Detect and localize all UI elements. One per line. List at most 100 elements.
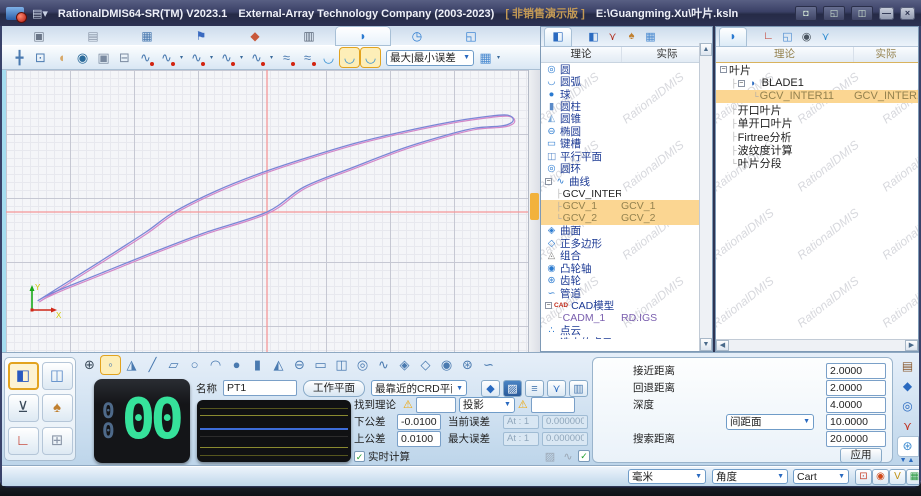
scroll-right-icon[interactable]: ▶ <box>905 340 918 351</box>
polygon-feature-icon[interactable]: ◇ <box>416 356 435 374</box>
column-theory[interactable]: 理论 <box>541 47 622 62</box>
users-button[interactable]: ◫ <box>851 5 873 21</box>
caliper-button[interactable]: ◫ <box>41 362 73 390</box>
point-feature-icon[interactable]: ◦ <box>101 356 120 374</box>
tab-graphics[interactable]: ◆ <box>228 27 282 45</box>
feature-panel-tab[interactable]: ◧ <box>545 27 571 46</box>
chevron-down-icon[interactable]: ▾ <box>495 54 502 61</box>
surface-feature-icon[interactable]: ◈ <box>395 356 414 374</box>
scroll-up-icon[interactable]: ▲ <box>700 43 712 56</box>
axes-button[interactable]: ∟ <box>7 426 39 455</box>
list-view-toggle[interactable]: ≡ <box>525 379 544 397</box>
curve-inspect-icon[interactable]: ∿ <box>217 48 236 67</box>
scroll-down-icon[interactable]: ▼ <box>700 338 712 351</box>
remote-desktop-button[interactable]: ◱ <box>823 5 845 21</box>
expander-icon[interactable]: − <box>737 79 745 87</box>
triad-icon[interactable]: ∟ <box>760 30 777 43</box>
cylinder-feature-icon[interactable]: ▮ <box>248 356 267 374</box>
graph-view-toggle[interactable]: ▨ <box>503 379 522 397</box>
probe-view-toggle[interactable]: ◆ <box>481 379 500 397</box>
minimize-button[interactable]: — <box>879 6 894 20</box>
line-feature-icon[interactable]: ╱ <box>143 356 162 374</box>
probe-clear-icon[interactable]: ∿ <box>560 450 576 463</box>
blade-tree-hscrollbar[interactable]: ◀ ▶ <box>716 339 918 351</box>
cad-viewport[interactable]: YX <box>2 70 540 352</box>
scroll-left-icon[interactable]: ◀ <box>716 340 729 351</box>
tab-gauge[interactable]: ◷ <box>390 27 444 45</box>
tab-table[interactable]: ▦ <box>120 27 174 45</box>
found-theory-input[interactable] <box>415 396 456 413</box>
confirm-checkbox[interactable]: ✓ <box>578 450 590 462</box>
upper-tol-input[interactable] <box>397 430 441 447</box>
pipe-feature-icon[interactable]: ∽ <box>479 356 498 374</box>
ellipse-feature-icon[interactable]: ⊖ <box>290 356 309 374</box>
panel-view-toggle[interactable]: ▥ <box>569 379 588 397</box>
vector-point-icon[interactable]: ◮ <box>122 356 141 374</box>
realtime-checkbox[interactable]: ✓ <box>354 451 365 462</box>
feature-cube-icon[interactable]: ◧ <box>585 30 602 43</box>
param-value-input[interactable] <box>826 413 886 430</box>
probe-chart-icon[interactable]: ⋎ <box>817 30 834 43</box>
cone-feature-icon[interactable]: ◭ <box>269 356 288 374</box>
expander-icon[interactable]: − <box>545 177 552 185</box>
tab-report[interactable]: ⚑ <box>174 27 228 45</box>
display-options-icon[interactable]: ⊟ <box>115 48 134 67</box>
collapse-arrows-icon[interactable]: ▼▲ <box>900 457 916 464</box>
curve-feature-icon[interactable]: ∿ <box>374 356 393 374</box>
expander-icon[interactable]: − <box>545 302 552 310</box>
coordsys-dropdown[interactable]: Cart ▼ <box>793 469 849 484</box>
blade-tree-row[interactable]: − 叶片 <box>716 63 918 77</box>
projection-input[interactable] <box>530 396 575 413</box>
probe-head-button[interactable]: ⊻ <box>7 394 39 423</box>
feature-tree-row[interactable]: − ∿ 曲线 <box>541 175 712 188</box>
app-icon[interactable] <box>6 6 27 23</box>
param-value-input[interactable] <box>826 362 886 379</box>
zoom-tool-icon[interactable]: ◎ <box>898 397 918 416</box>
zoom-window-icon[interactable]: ⊡ <box>31 48 50 67</box>
units-dropdown[interactable]: 毫米 ▼ <box>628 469 706 484</box>
pan-hand-icon[interactable]: ◖ <box>52 48 71 67</box>
gear-feature-icon[interactable]: ⊛ <box>458 356 477 374</box>
probe-angle-icon[interactable]: ⋎ <box>898 417 918 436</box>
curve-eval-icon[interactable]: ∿ <box>187 48 206 67</box>
firtree-button[interactable]: ♠ <box>41 394 73 423</box>
workspace-icon[interactable]: ⊡ <box>855 469 872 485</box>
circle-feature-icon[interactable]: ○ <box>185 356 204 374</box>
settings-gear-icon[interactable]: ⊛ <box>897 437 918 456</box>
curve-points-icon[interactable]: ≈ <box>277 48 296 67</box>
probe-y-icon[interactable]: ⋎ <box>604 30 621 43</box>
param-value-input[interactable] <box>826 396 886 413</box>
curve-offset-icon[interactable]: ◡ <box>340 48 359 67</box>
chevron-down-icon[interactable]: ▾ <box>268 54 275 61</box>
feature-tree-row[interactable]: ├GCV_INTER1 <box>541 187 712 200</box>
machine-button[interactable]: ⊞ <box>41 426 73 455</box>
feature-tree-row[interactable]: − CAD CAD模型 <box>541 299 712 312</box>
vision-icon[interactable]: V <box>889 469 906 485</box>
workplane-button[interactable]: 工作平面 <box>303 379 365 397</box>
view-eye-icon[interactable]: ◉ <box>73 48 92 67</box>
apply-button[interactable]: 应用 <box>840 448 882 463</box>
camera-icon[interactable]: ◉ <box>798 30 815 43</box>
probe-mode-icon[interactable]: ⊕ <box>80 356 99 374</box>
expander-icon[interactable]: − <box>720 66 727 74</box>
chevron-down-icon[interactable]: ▾ <box>178 54 185 61</box>
parallel-planes-icon[interactable]: ◫ <box>332 356 351 374</box>
plane-feature-icon[interactable]: ▱ <box>164 356 183 374</box>
feature-tree-row[interactable]: ∴选中的点云 <box>541 337 712 339</box>
report-print-icon[interactable]: ▤ <box>898 357 918 376</box>
torus-feature-icon[interactable]: ◎ <box>353 356 372 374</box>
curve-band-icon[interactable]: ◡ <box>319 48 338 67</box>
column-actual[interactable]: 实际 <box>854 47 918 62</box>
arc-feature-icon[interactable]: ◠ <box>206 356 225 374</box>
feature-tree-row[interactable]: ├ GCV_1 GCV_1 <box>541 199 712 213</box>
chevron-down-icon[interactable]: ▾ <box>238 54 245 61</box>
curve-measure-icon[interactable]: ∿ <box>136 48 155 67</box>
tab-view[interactable]: ◱ <box>444 27 498 45</box>
report-window-icon[interactable]: ▦ <box>642 30 659 43</box>
probe-cube-button[interactable]: ◧ <box>7 362 39 390</box>
sphere-feature-icon[interactable]: ● <box>227 356 246 374</box>
joystick-button[interactable]: ◘ <box>795 5 817 21</box>
curve-scan-icon[interactable]: ∿ <box>157 48 176 67</box>
tab-output[interactable]: ▥ <box>282 27 336 45</box>
viewport-scrollbar[interactable] <box>528 70 540 352</box>
